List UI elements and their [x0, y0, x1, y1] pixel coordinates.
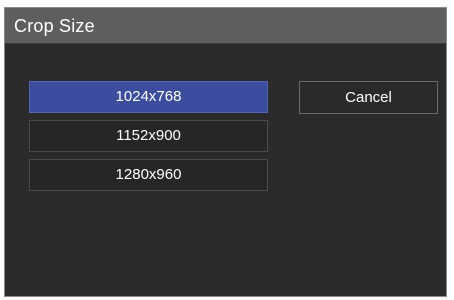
size-option-1152x900[interactable]: 1152x900 [29, 120, 268, 152]
crop-size-dialog: Crop Size 1024x768 1152x900 1280x960 Can… [4, 7, 447, 297]
dialog-title: Crop Size [14, 16, 95, 36]
size-option-1024x768[interactable]: 1024x768 [29, 81, 268, 113]
dialog-titlebar: Crop Size [5, 8, 446, 44]
size-option-1280x960[interactable]: 1280x960 [29, 159, 268, 191]
cancel-button[interactable]: Cancel [299, 81, 438, 114]
